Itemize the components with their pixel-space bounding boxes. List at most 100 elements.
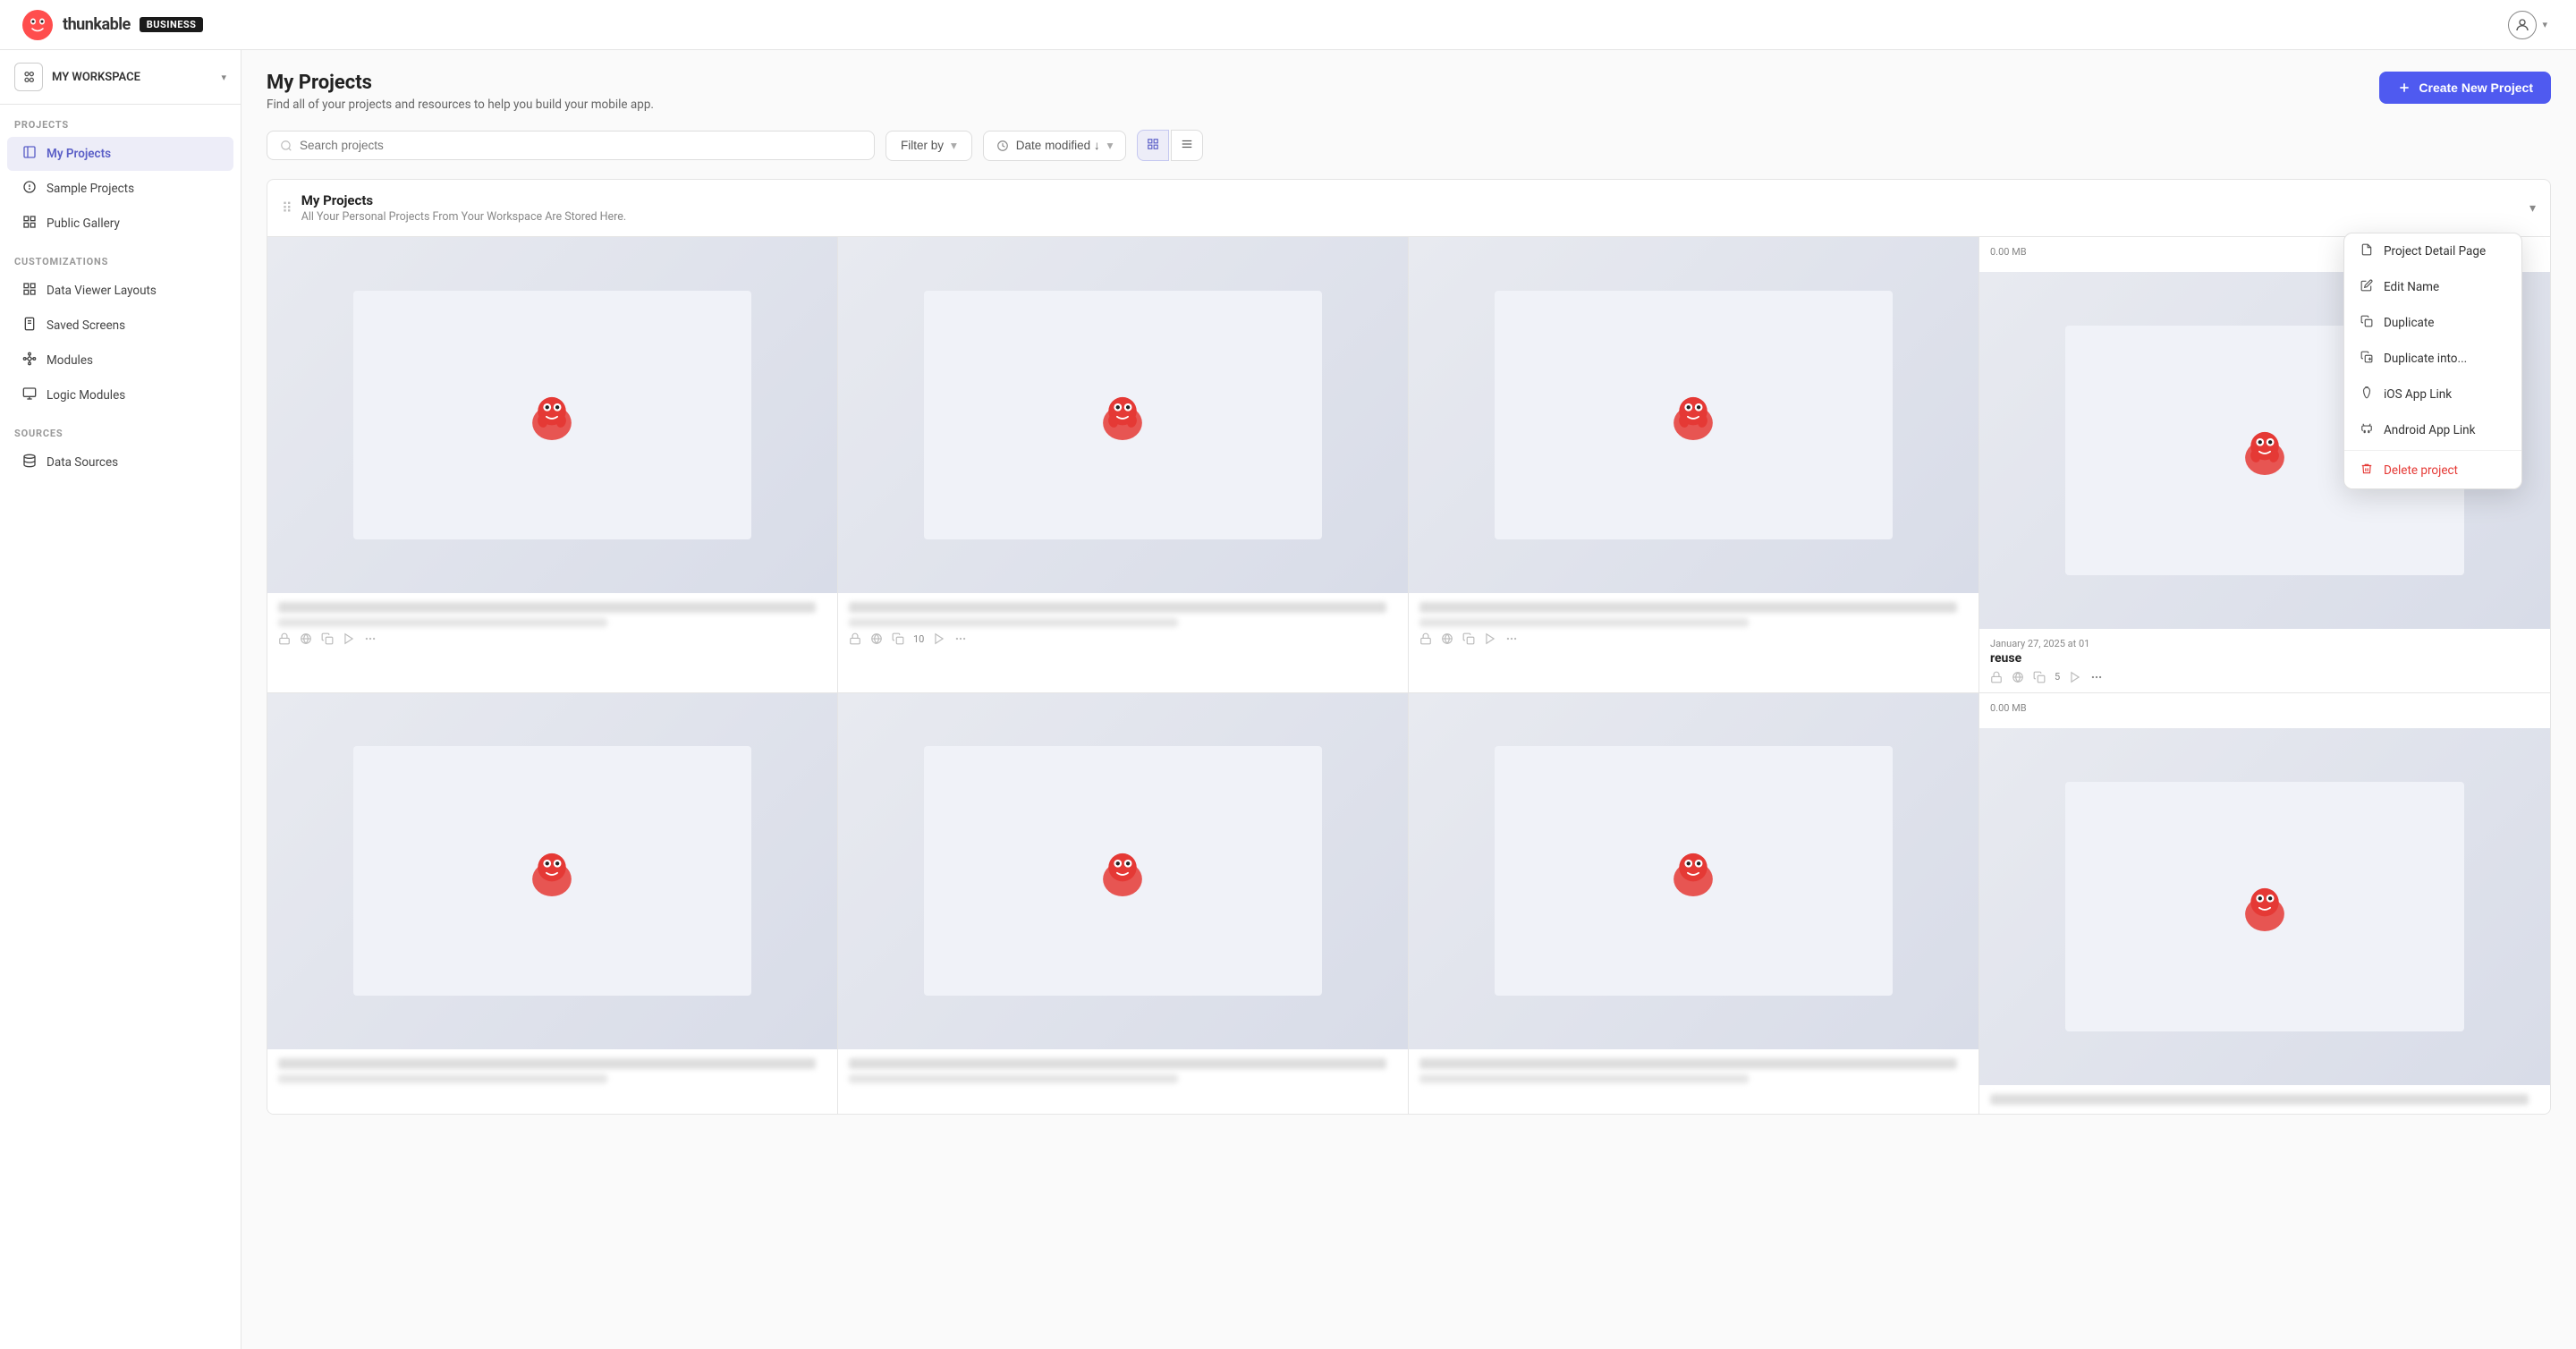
sidebar-section-sources: SOURCES [0, 413, 241, 445]
lock-icon [278, 632, 291, 645]
project-name [849, 602, 1386, 613]
globe-icon [300, 632, 312, 645]
globe-icon [870, 632, 883, 645]
context-menu: Project Detail Page Edit Name Duplicate … [2343, 233, 2522, 489]
ctx-duplicate[interactable]: Duplicate [2344, 305, 2521, 341]
sort-button[interactable]: Date modified ↓ ▾ [983, 131, 1127, 161]
sidebar-item-label: Saved Screens [47, 318, 125, 333]
play-icon [2069, 671, 2081, 683]
ctx-delete-project[interactable]: Delete project [2344, 453, 2521, 488]
sidebar-item-public-gallery[interactable]: Public Gallery [7, 207, 233, 241]
business-badge: BUSINESS [140, 17, 204, 32]
ctx-duplicate-into[interactable]: Duplicate into... [2344, 341, 2521, 377]
app-header: thunkable BUSINESS ▾ [0, 0, 2576, 50]
copy-icon [1462, 632, 1475, 645]
project-thumbnail [267, 237, 837, 593]
project-name [1990, 1094, 2529, 1105]
plus-icon [2397, 81, 2411, 95]
project-name [278, 1058, 816, 1069]
project-mascot [521, 840, 583, 903]
project-card[interactable] [267, 693, 838, 1114]
search-input[interactable] [300, 139, 861, 152]
project-card[interactable] [1409, 237, 1979, 693]
my-projects-section: ⠿ My Projects All Your Personal Projects… [267, 179, 2551, 1115]
lock-icon [1990, 671, 2003, 683]
duplicate-into-icon [2359, 351, 2375, 367]
project-date [1419, 1074, 1749, 1083]
logo-text: thunkable [63, 15, 131, 34]
sidebar-item-data-sources[interactable]: Data Sources [7, 445, 233, 479]
project-info: January 27, 2025 at 01 reuse 5 [1979, 629, 2550, 692]
more-icon[interactable] [2090, 671, 2103, 683]
sidebar-item-logic-modules[interactable]: Logic Modules [7, 378, 233, 412]
project-actions [278, 632, 826, 645]
clock-icon [996, 140, 1009, 152]
sidebar-item-sample-projects[interactable]: Sample Projects [7, 172, 233, 206]
project-card[interactable] [267, 237, 838, 693]
sidebar-item-label: Sample Projects [47, 182, 134, 196]
project-name: reuse [1990, 651, 2539, 666]
special-meta: 0.00 MB [1979, 693, 2550, 728]
android-icon [2359, 422, 2375, 438]
sidebar-item-data-viewer-layouts[interactable]: Data Viewer Layouts [7, 274, 233, 308]
sidebar-section-projects: PROJECTS [0, 105, 241, 136]
page-subtitle: Find all of your projects and resources … [267, 98, 654, 112]
project-card[interactable] [1409, 693, 1979, 1114]
ctx-ios-app-link[interactable]: iOS App Link [2344, 377, 2521, 412]
page-title: My Projects [267, 72, 654, 94]
list-view-button[interactable] [1171, 130, 1203, 161]
project-card[interactable]: 10 [838, 237, 1409, 693]
sidebar-item-my-projects[interactable]: My Projects [7, 137, 233, 171]
search-icon [280, 140, 292, 152]
section-collapse-icon[interactable]: ▾ [2529, 201, 2536, 216]
section-description: All Your Personal Projects From Your Wor… [301, 210, 627, 224]
user-menu-button[interactable]: ▾ [2501, 7, 2555, 43]
project-card[interactable]: 0.00 MB [1979, 693, 2550, 1114]
drag-handle-icon: ⠿ [282, 199, 292, 216]
project-actions: 10 [849, 632, 1397, 645]
toolbar: Filter by ▾ Date modified ↓ ▾ [267, 130, 2551, 161]
project-thumbnail [838, 693, 1408, 1049]
copy-icon [2033, 671, 2046, 683]
filter-button[interactable]: Filter by ▾ [886, 131, 972, 161]
play-icon [1484, 632, 1496, 645]
project-name [278, 602, 816, 613]
ctx-label: Edit Name [2384, 280, 2439, 294]
ctx-project-detail-page[interactable]: Project Detail Page [2344, 233, 2521, 269]
project-info [267, 593, 837, 654]
workspace-label: MY WORKSPACE [52, 71, 212, 84]
project-size: 0.00 MB [1990, 702, 2539, 714]
apple-icon [2359, 386, 2375, 403]
section-title-content: My Projects All Your Personal Projects F… [301, 192, 627, 224]
play-icon [933, 632, 945, 645]
project-info [267, 1049, 837, 1098]
ctx-label: Project Detail Page [2384, 244, 2486, 259]
ctx-label: Duplicate [2384, 316, 2434, 330]
filter-chevron-icon: ▾ [951, 139, 957, 153]
grid-view-button[interactable] [1137, 130, 1169, 161]
ctx-edit-name[interactable]: Edit Name [2344, 269, 2521, 305]
project-thumbnail [1979, 728, 2550, 1085]
search-box[interactable] [267, 131, 875, 160]
project-name [849, 1058, 1386, 1069]
lock-icon [849, 632, 861, 645]
project-thumbnail [1409, 693, 1979, 1049]
workspace-chevron-icon: ▾ [221, 72, 226, 83]
ctx-label: Duplicate into... [2384, 352, 2467, 366]
page-header: My Projects Find all of your projects an… [267, 72, 2551, 112]
project-card[interactable] [838, 693, 1409, 1114]
project-mascot [2233, 419, 2296, 481]
project-info [838, 1049, 1408, 1098]
sidebar-section-customizations: CUSTOMIZATIONS [0, 242, 241, 273]
sidebar-item-saved-screens[interactable]: Saved Screens [7, 309, 233, 343]
sort-chevron-icon: ▾ [1107, 139, 1114, 153]
filter-label: Filter by [901, 139, 944, 152]
avatar [2508, 11, 2537, 39]
project-mascot [521, 384, 583, 446]
workspace-selector[interactable]: MY WORKSPACE ▾ [0, 50, 241, 105]
sidebar-item-modules[interactable]: Modules [7, 344, 233, 378]
ctx-android-app-link[interactable]: Android App Link [2344, 412, 2521, 448]
trash-icon [2359, 462, 2375, 479]
create-new-project-button[interactable]: Create New Project [2379, 72, 2551, 104]
duplicate-icon [2359, 315, 2375, 331]
